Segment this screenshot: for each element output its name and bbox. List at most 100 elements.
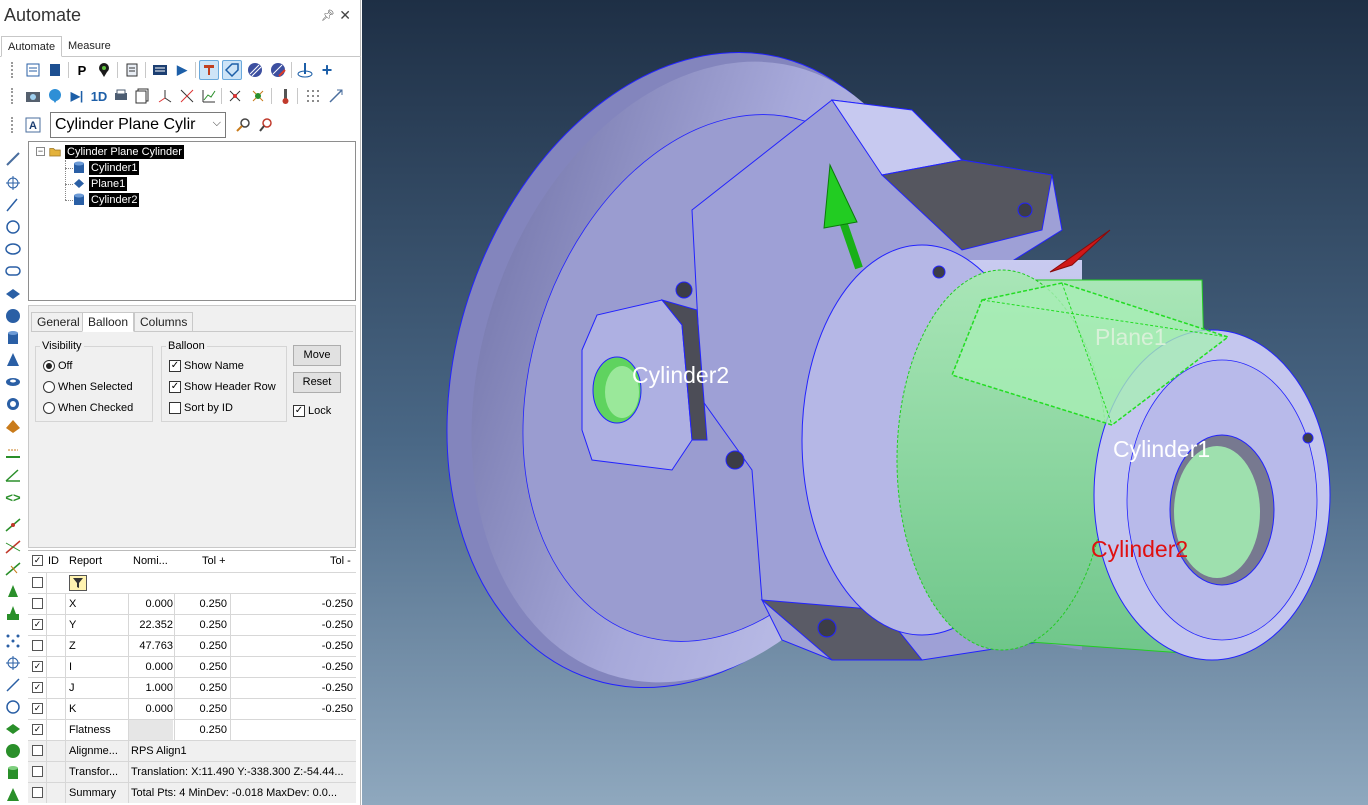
column-header-tol-plus[interactable]: Tol +: [202, 551, 226, 571]
row-checkbox[interactable]: ✓: [32, 703, 43, 714]
report-template-icon[interactable]: [23, 60, 43, 80]
cone-icon[interactable]: [4, 351, 22, 369]
p-icon[interactable]: P: [72, 60, 92, 80]
grid-dots-icon[interactable]: [303, 86, 323, 106]
torus-icon[interactable]: [4, 373, 22, 391]
column-header-nominal[interactable]: Nomi...: [133, 551, 168, 571]
balloon-icon[interactable]: [45, 86, 65, 106]
cylinder-alt-icon[interactable]: [4, 764, 22, 782]
1d-icon[interactable]: 1D: [89, 86, 109, 106]
tree-item-cylinder2[interactable]: Cylinder2: [73, 192, 140, 207]
pin-icon[interactable]: 📌︎: [321, 9, 335, 22]
balloon-label-cylinder2[interactable]: Cylinder2: [632, 362, 729, 389]
crosshair-icon[interactable]: [4, 174, 22, 192]
hatch-edit-icon[interactable]: [268, 60, 288, 80]
sphere-icon[interactable]: [4, 307, 22, 325]
row-checkbox[interactable]: [32, 766, 43, 777]
lock-checkbox[interactable]: ✓ Lock: [293, 405, 331, 417]
axis-icon[interactable]: [155, 86, 175, 106]
circle-icon[interactable]: [4, 218, 22, 236]
axis-alt-icon[interactable]: [177, 86, 197, 106]
close-icon[interactable]: ✕: [339, 7, 351, 24]
sphere-alt-icon[interactable]: [4, 742, 22, 760]
ellipse-icon[interactable]: [4, 240, 22, 258]
project-icon[interactable]: [4, 560, 22, 578]
graph-icon[interactable]: [199, 86, 219, 106]
tab-automate[interactable]: Automate: [1, 36, 63, 57]
sort-by-id-checkbox[interactable]: Sort by ID: [169, 402, 233, 414]
line-icon[interactable]: [4, 196, 22, 214]
table-row[interactable]: Z 47.763 0.250 -0.250: [28, 635, 356, 656]
toolbar-grip[interactable]: [11, 62, 14, 78]
chevron-down-icon[interactable]: ⌵: [213, 117, 221, 130]
location-icon[interactable]: [4, 604, 22, 622]
column-header-report[interactable]: Report: [69, 551, 102, 571]
crosshair-alt-icon[interactable]: [4, 654, 22, 672]
collapse-toggle[interactable]: −: [36, 147, 45, 156]
3d-viewport[interactable]: Plane1 Cylinder2 Cylinder1 Cylinder2: [362, 0, 1368, 805]
row-checkbox[interactable]: ✓: [32, 619, 43, 630]
visibility-when-selected-radio[interactable]: When Selected: [43, 381, 133, 393]
printer-icon[interactable]: [111, 86, 131, 106]
plane-alt-icon[interactable]: [4, 720, 22, 738]
circle-alt-icon[interactable]: [4, 698, 22, 716]
probe-icon[interactable]: [295, 60, 315, 80]
tree-item-cylinder1[interactable]: Cylinder1: [73, 160, 140, 175]
cylinder-icon[interactable]: [4, 329, 22, 347]
row-checkbox[interactable]: [32, 745, 43, 756]
table-row[interactable]: ✓ Flatness 0.250: [28, 719, 356, 740]
scatter-icon[interactable]: [225, 86, 245, 106]
surface-icon[interactable]: [4, 417, 22, 435]
document-icon[interactable]: [122, 60, 142, 80]
show-name-checkbox[interactable]: ✓ Show Name: [169, 360, 244, 372]
step-forward-icon[interactable]: ▶|: [67, 86, 87, 106]
point-set-icon[interactable]: [4, 632, 22, 650]
balloon-label-plane1[interactable]: Plane1: [1095, 324, 1167, 351]
table-row[interactable]: ✓ I 0.000 0.250 -0.250: [28, 656, 356, 677]
filter-icon[interactable]: [69, 575, 87, 591]
show-header-row-checkbox[interactable]: ✓ Show Header Row: [169, 381, 276, 393]
camera-icon[interactable]: [23, 86, 43, 106]
list-icon[interactable]: [150, 60, 170, 80]
diagonal-icon[interactable]: [326, 86, 346, 106]
feature-pick-icon[interactable]: [94, 60, 114, 80]
table-row[interactable]: X 0.000 0.250 -0.250: [28, 593, 356, 614]
column-header-id[interactable]: ID: [48, 551, 59, 571]
table-row[interactable]: ✓ K 0.000 0.250 -0.250: [28, 698, 356, 719]
table-row[interactable]: ✓ J 1.000 0.250 -0.250: [28, 677, 356, 698]
distance-icon[interactable]: [4, 444, 22, 462]
hatch-icon[interactable]: [245, 60, 265, 80]
point-icon[interactable]: [4, 150, 22, 168]
text-style-icon[interactable]: A: [23, 115, 43, 135]
feature-tree[interactable]: − Cylinder Plane Cylinder Cylinder1 Plan…: [28, 141, 356, 301]
book-icon[interactable]: [45, 60, 65, 80]
probe-settings-icon[interactable]: [256, 115, 276, 135]
profile-icon[interactable]: [4, 582, 22, 600]
row-checkbox[interactable]: ✓: [32, 682, 43, 693]
tag-icon[interactable]: [222, 60, 242, 80]
feature-set-combo[interactable]: Cylinder Plane Cylir ⌵: [50, 112, 226, 138]
play-icon[interactable]: ▶: [172, 60, 192, 80]
row-checkbox[interactable]: [32, 640, 43, 651]
toolbar-grip[interactable]: [11, 117, 14, 133]
intersect-icon[interactable]: [4, 538, 22, 556]
header-checkbox[interactable]: ✓: [32, 555, 43, 566]
move-button[interactable]: Move: [293, 345, 341, 366]
document-stack-icon[interactable]: [133, 86, 153, 106]
row-checkbox[interactable]: [32, 787, 43, 798]
tangent-icon[interactable]: [4, 516, 22, 534]
target-icon[interactable]: [248, 86, 268, 106]
slot-icon[interactable]: [4, 262, 22, 280]
cad-model[interactable]: [362, 0, 1368, 805]
auto-feature-icon[interactable]: [199, 60, 219, 80]
line-alt-icon[interactable]: [4, 676, 22, 694]
tab-measure[interactable]: Measure: [62, 36, 117, 57]
table-row[interactable]: Alignme... RPS Align1: [28, 740, 356, 761]
filter-checkbox[interactable]: [32, 577, 43, 588]
tree-item-plane1[interactable]: Plane1: [73, 176, 128, 191]
balloon-label-cylinder2-red[interactable]: Cylinder2: [1091, 536, 1188, 563]
balloon-label-cylinder1[interactable]: Cylinder1: [1113, 436, 1210, 463]
angle-icon[interactable]: [4, 466, 22, 484]
table-row[interactable]: Summary Total Pts: 4 MinDev: -0.018 MaxDe…: [28, 782, 356, 803]
toolbar-grip[interactable]: [11, 88, 14, 104]
